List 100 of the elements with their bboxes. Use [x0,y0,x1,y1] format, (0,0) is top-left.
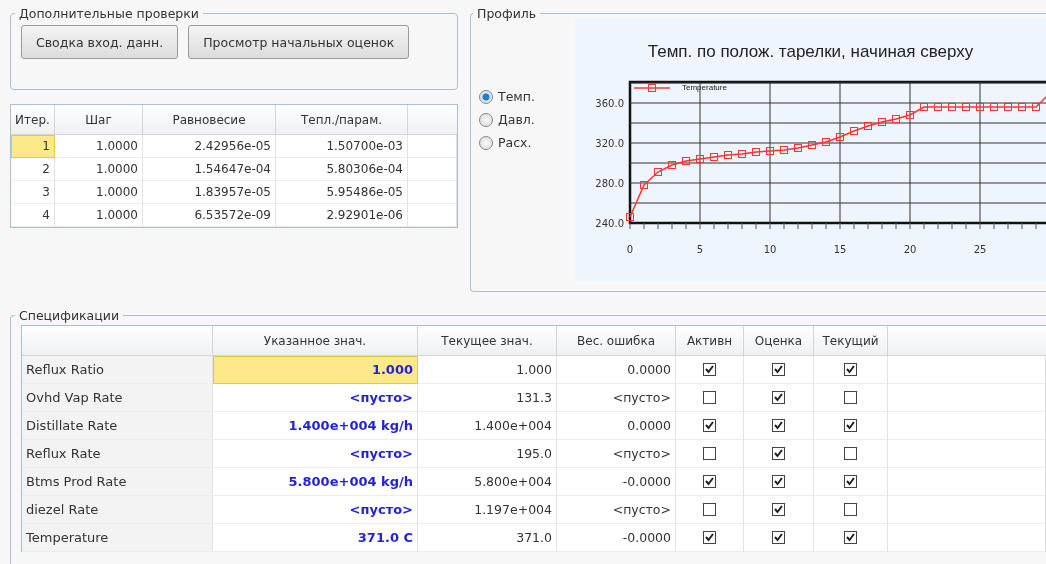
checkbox[interactable] [844,447,857,460]
column-header[interactable]: Указанное знач. [213,326,418,356]
data-point [990,103,998,111]
checkbox[interactable] [703,363,716,376]
table-cell: 1.50700e-03 [276,135,408,158]
column-header[interactable]: Равновесие [143,105,276,135]
column-header[interactable]: Активн [676,326,744,356]
table-cell: 1.197e+004 [418,496,557,524]
row-label: Distillate Rate [22,412,213,440]
y-tick-label: 280.0 [595,178,624,189]
checkbox[interactable] [772,503,785,516]
checkbox[interactable] [772,391,785,404]
data-point [1004,103,1012,111]
group-title: Дополнительные проверки [18,6,200,21]
column-header[interactable]: Текущий [814,326,888,356]
table-cell: <пусто> [557,384,676,412]
data-point [696,155,704,163]
table-cell: 1.400e+004 [418,412,557,440]
column-header[interactable]: Оценка [744,326,814,356]
data-point [654,168,662,176]
data-point [626,213,634,221]
data-point [724,151,732,159]
data-point [906,111,914,119]
row-label: Reflux Ratio [22,356,213,384]
x-tick-label: 20 [903,244,917,255]
data-point [892,115,900,123]
data-point [864,122,872,130]
table-cell[interactable]: 1.400e+004 kg/h [213,412,418,440]
checkbox[interactable] [703,503,716,516]
checkbox[interactable] [703,419,716,432]
checkbox[interactable] [703,531,716,544]
chart-title: Темп. по полож. тарелки, начиная сверху [647,42,974,61]
table-cell[interactable]: 4 [11,204,55,227]
radio-label: Расх. [498,135,532,150]
action-button[interactable]: Сводка вход. данн. [21,25,179,59]
column-header[interactable]: Итер. [11,105,55,135]
data-point [850,127,858,135]
table-cell[interactable]: <пусто> [213,384,418,412]
table-cell[interactable]: 1.000 [213,356,418,384]
table-cell[interactable]: 3 [11,181,55,204]
data-point [822,138,830,146]
data-point [668,161,676,169]
data-point [710,153,718,161]
radio-button[interactable] [479,89,493,104]
checkbox[interactable] [703,447,716,460]
table-cell: 1.54647e-04 [143,158,276,181]
row-label: Btms Prod Rate [22,468,213,496]
action-button[interactable]: Просмотр начальных оценок [188,25,410,59]
table-cell: -0.0000 [557,468,676,496]
data-point [808,141,816,149]
column-header[interactable]: Тепл./парам. [276,105,408,135]
x-tick-label: 0 [626,244,634,255]
table-cell: 1.0000 [55,204,143,227]
checkbox[interactable] [703,475,716,488]
data-point [962,103,970,111]
column-header[interactable]: Вес. ошибка [557,326,676,356]
y-tick-label: 240.0 [595,218,624,229]
data-point [780,146,788,154]
radio-button[interactable] [479,135,493,150]
checkbox[interactable] [772,419,785,432]
row-label: Reflux Rate [22,440,213,468]
table-cell: <пусто> [557,496,676,524]
table-cell: 0.0000 [557,356,676,384]
data-point [1018,103,1026,111]
data-point [766,147,774,155]
radio-label: Давл. [498,112,535,127]
checkbox[interactable] [703,391,716,404]
table-cell: 1.0000 [55,158,143,181]
checkbox[interactable] [844,503,857,516]
table-cell: 1.0000 [55,135,143,158]
y-tick-label: 320.0 [595,138,624,149]
column-header[interactable]: Текущее знач. [418,326,557,356]
table-cell: 5.800e+004 [418,468,557,496]
checkbox[interactable] [772,475,785,488]
table-cell: 1.83957e-05 [143,181,276,204]
table-cell[interactable]: 5.800e+004 kg/h [213,468,418,496]
checkbox[interactable] [772,447,785,460]
checkbox[interactable] [772,363,785,376]
legend-label: Temperature [682,83,727,92]
checkbox[interactable] [844,391,857,404]
data-point [738,150,746,158]
y-tick-label: 360.0 [595,98,624,109]
column-header[interactable]: Шаг [55,105,143,135]
checkbox[interactable] [772,531,785,544]
table-cell[interactable]: 371.0 C [213,524,418,552]
data-point [640,181,648,189]
data-point [948,103,956,111]
checkbox[interactable] [844,531,857,544]
radio-button[interactable] [479,112,493,127]
row-label: Ovhd Vap Rate [22,384,213,412]
checkbox[interactable] [844,475,857,488]
table-cell[interactable]: <пусто> [213,496,418,524]
table-cell[interactable]: 2 [11,158,55,181]
x-tick-label: 10 [763,244,777,255]
table-cell[interactable]: <пусто> [213,440,418,468]
checkbox[interactable] [844,363,857,376]
data-point [920,103,928,111]
checkbox[interactable] [844,419,857,432]
table-cell[interactable]: 1 [11,135,55,158]
table-cell: 131.3 [418,384,557,412]
